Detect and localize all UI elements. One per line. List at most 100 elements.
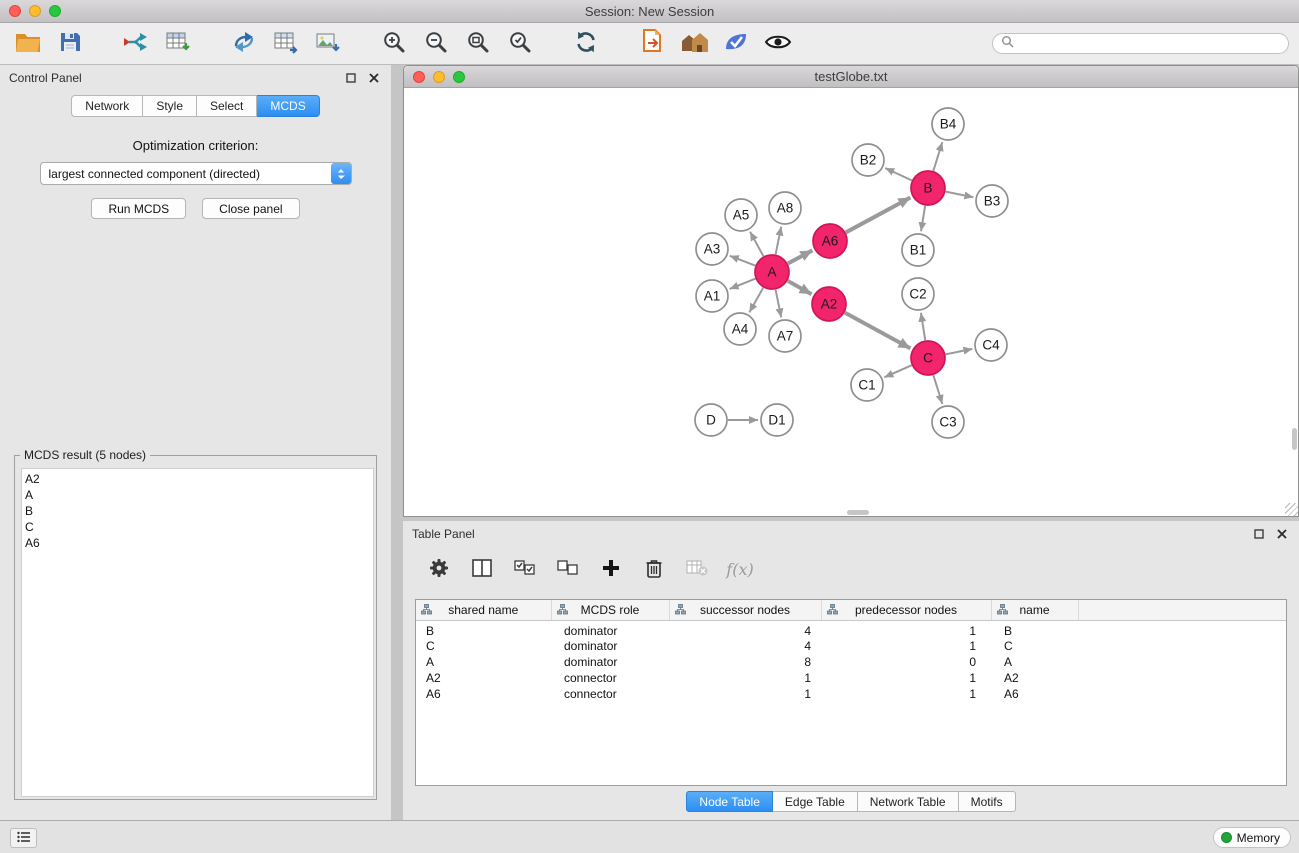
import-network-button[interactable] [118,27,154,61]
tab-node-table[interactable]: Node Table [686,791,773,812]
show-hide-eye-button[interactable] [760,27,796,61]
tab-style[interactable]: Style [143,95,197,117]
table-settings-button[interactable] [425,556,453,584]
column-header-successor-nodes[interactable]: successor nodes [669,600,821,620]
graph-node-A[interactable]: A [755,255,789,289]
select-all-button[interactable] [511,556,539,584]
graph-node-A7[interactable]: A7 [769,320,801,352]
resize-grip[interactable] [1285,503,1298,516]
edge-A-A5[interactable] [750,232,763,256]
cell-predecessor-nodes[interactable]: 0 [821,654,991,670]
cell-shared-name[interactable]: B [416,620,551,638]
graph-node-B3[interactable]: B3 [976,185,1008,217]
close-window-button[interactable] [9,5,21,17]
cell-successor-nodes[interactable]: 4 [669,638,821,654]
edge-A-A6[interactable] [788,250,812,263]
delete-rows-button[interactable] [640,556,668,584]
search-box[interactable] [992,33,1289,54]
fullscreen-window-button[interactable] [49,5,61,17]
cell-successor-nodes[interactable]: 1 [669,686,821,702]
task-history-button[interactable] [10,828,37,848]
cell-shared-name[interactable]: A [416,654,551,670]
cell-shared-name[interactable]: A2 [416,670,551,686]
table-float-panel-button[interactable] [1251,526,1267,542]
run-mcds-button[interactable]: Run MCDS [91,198,186,219]
tab-select[interactable]: Select [197,95,257,117]
mcds-result-list[interactable]: A2ABCA6 [21,468,374,797]
column-header-mcds-role[interactable]: MCDS role [551,600,669,620]
graph-node-C1[interactable]: C1 [851,369,883,401]
graph-node-B[interactable]: B [911,171,945,205]
graph-node-A8[interactable]: A8 [769,192,801,224]
save-session-button[interactable] [52,27,88,61]
cell-successor-nodes[interactable]: 1 [669,670,821,686]
home-button[interactable] [676,27,712,61]
optimization-criterion-dropdown[interactable]: largest connected component (directed) [40,162,352,185]
edge-C-C4[interactable] [946,349,973,355]
show-columns-button[interactable] [468,556,496,584]
export-image-button[interactable] [310,27,346,61]
table-row[interactable]: Cdominator41C [416,638,1286,654]
cell-predecessor-nodes[interactable]: 1 [821,638,991,654]
cell-filler[interactable] [1078,686,1286,702]
table-row[interactable]: Bdominator41B [416,620,1286,638]
tab-motifs[interactable]: Motifs [959,791,1016,812]
cell-mcds-role[interactable]: dominator [551,620,669,638]
cell-filler[interactable] [1078,654,1286,670]
edge-A-A1[interactable] [730,279,756,289]
edge-B-B1[interactable] [921,206,925,231]
zoom-fit-button[interactable] [460,27,496,61]
mcds-result-item[interactable]: A2 [25,471,373,487]
mcds-result-item[interactable]: A [25,487,373,503]
edge-A2-C[interactable] [845,313,911,349]
graph-node-A3[interactable]: A3 [696,233,728,265]
column-header-predecessor-nodes[interactable]: predecessor nodes [821,600,991,620]
cell-predecessor-nodes[interactable]: 1 [821,620,991,638]
cell-successor-nodes[interactable]: 8 [669,654,821,670]
refresh-layout-button[interactable] [568,27,604,61]
edge-C-C3[interactable] [933,375,942,404]
edge-A-A3[interactable] [730,256,755,266]
graph-node-A6[interactable]: A6 [813,224,847,258]
edge-C-C1[interactable] [884,365,911,377]
cell-name[interactable]: A6 [991,686,1078,702]
network-canvas[interactable]: B4B2BB3A5A8A6A3AB1A1A2C2A4A7C4CC1DD1C3 [404,88,1298,516]
graph-node-B1[interactable]: B1 [902,234,934,266]
graph-node-A4[interactable]: A4 [724,313,756,345]
deselect-all-button[interactable] [554,556,582,584]
tab-mcds[interactable]: MCDS [257,95,319,117]
graph-node-C4[interactable]: C4 [975,329,1007,361]
edge-B-B4[interactable] [933,142,942,171]
function-builder-button[interactable]: f(x) [726,556,754,584]
cell-name[interactable]: A2 [991,670,1078,686]
cell-successor-nodes[interactable]: 4 [669,620,821,638]
network-minimize-button[interactable] [433,71,445,83]
tab-network[interactable]: Network [71,95,143,117]
edge-A-A2[interactable] [788,281,812,294]
edge-A-A8[interactable] [776,227,782,255]
graph-node-D1[interactable]: D1 [761,404,793,436]
graph-node-C2[interactable]: C2 [902,278,934,310]
edge-A6-B[interactable] [846,198,911,233]
mcds-result-item[interactable]: B [25,503,373,519]
cell-name[interactable]: C [991,638,1078,654]
graph-node-C3[interactable]: C3 [932,406,964,438]
zoom-out-button[interactable] [418,27,454,61]
cell-name[interactable]: A [991,654,1078,670]
edge-A-A7[interactable] [776,290,782,318]
cell-predecessor-nodes[interactable]: 1 [821,670,991,686]
cell-name[interactable]: B [991,620,1078,638]
zoom-in-button[interactable] [376,27,412,61]
cell-filler[interactable] [1078,620,1286,638]
cell-shared-name[interactable]: C [416,638,551,654]
table-close-panel-button[interactable] [1274,526,1290,542]
minimize-window-button[interactable] [29,5,41,17]
delete-table-button[interactable] [683,556,711,584]
export-table-button[interactable] [268,27,304,61]
mcds-result-item[interactable]: A6 [25,535,373,551]
cell-predecessor-nodes[interactable]: 1 [821,686,991,702]
graph-node-A5[interactable]: A5 [725,199,757,231]
table-row[interactable]: A2connector11A2 [416,670,1286,686]
tab-edge-table[interactable]: Edge Table [773,791,858,812]
cell-mcds-role[interactable]: connector [551,686,669,702]
